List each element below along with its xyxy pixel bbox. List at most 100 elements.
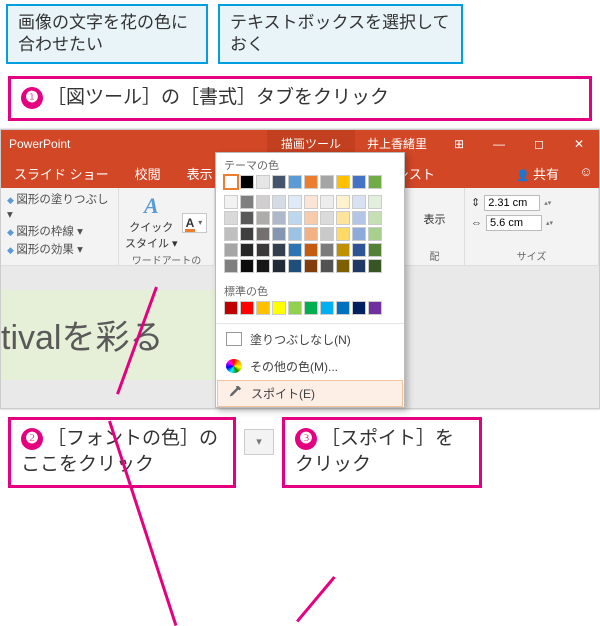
group-arrange: 配 <box>411 247 458 265</box>
color-swatch[interactable] <box>304 243 318 257</box>
callout-step-3: ❸［スポイト］をクリック <box>282 417 482 488</box>
color-swatch[interactable] <box>336 195 350 209</box>
shape-height-field[interactable]: ⇕ ▴▾ <box>471 195 553 211</box>
color-swatch[interactable] <box>352 301 366 315</box>
color-swatch[interactable] <box>256 227 270 241</box>
theme-color-swatches <box>216 175 404 279</box>
color-swatch[interactable] <box>256 211 270 225</box>
color-swatch[interactable] <box>336 259 350 273</box>
minimize-button[interactable]: — <box>479 137 519 151</box>
color-swatch[interactable] <box>368 243 382 257</box>
color-swatch[interactable] <box>288 175 302 189</box>
quick-styles-button[interactable]: A クイック スタイル ▾ <box>125 191 178 251</box>
close-button[interactable]: ✕ <box>559 137 599 151</box>
color-swatch[interactable] <box>304 175 318 189</box>
color-swatch[interactable] <box>288 227 302 241</box>
color-swatch[interactable] <box>240 211 254 225</box>
color-swatch[interactable] <box>272 227 286 241</box>
color-swatch[interactable] <box>320 175 334 189</box>
gallery-expand-button[interactable]: ▾ <box>244 429 274 455</box>
color-swatch[interactable] <box>272 301 286 315</box>
selection-pane-button[interactable]: 表示 <box>424 211 446 227</box>
color-swatch[interactable] <box>240 227 254 241</box>
color-swatch[interactable] <box>336 175 350 189</box>
shape-width-field[interactable]: ⇔ ▴▾ <box>471 215 553 231</box>
color-swatch[interactable] <box>272 211 286 225</box>
font-color-menu: テーマの色 標準の色 塗りつぶしなし(N) その他の色(M)... <box>215 152 405 408</box>
color-swatch[interactable] <box>304 259 318 273</box>
color-swatch[interactable] <box>304 301 318 315</box>
color-swatch[interactable] <box>304 227 318 241</box>
no-fill-item[interactable]: 塗りつぶしなし(N) <box>216 326 404 353</box>
color-swatch[interactable] <box>336 227 350 241</box>
color-swatch[interactable] <box>368 175 382 189</box>
note-precondition: テキストボックスを選択しておく <box>218 4 463 64</box>
color-swatch[interactable] <box>256 301 270 315</box>
color-swatch[interactable] <box>368 259 382 273</box>
shape-fill-button[interactable]: 図形の塗りつぶし ▾ <box>7 191 112 221</box>
color-swatch[interactable] <box>240 259 254 273</box>
color-swatch[interactable] <box>224 301 238 315</box>
color-swatch[interactable] <box>336 211 350 225</box>
color-swatch[interactable] <box>288 211 302 225</box>
color-swatch[interactable] <box>352 227 366 241</box>
more-colors-item[interactable]: その他の色(M)... <box>216 353 404 380</box>
color-swatch[interactable] <box>224 259 238 273</box>
color-swatch[interactable] <box>272 175 286 189</box>
color-swatch[interactable] <box>272 195 286 209</box>
user-name: 井上香緒里 <box>367 135 427 152</box>
color-swatch[interactable] <box>240 243 254 257</box>
color-swatch[interactable] <box>272 243 286 257</box>
color-swatch[interactable] <box>304 211 318 225</box>
color-swatch[interactable] <box>224 211 238 225</box>
color-swatch[interactable] <box>352 243 366 257</box>
color-swatch[interactable] <box>352 195 366 209</box>
color-swatch[interactable] <box>224 227 238 241</box>
color-swatch[interactable] <box>288 243 302 257</box>
color-swatch[interactable] <box>352 211 366 225</box>
color-swatch[interactable] <box>256 259 270 273</box>
color-swatch[interactable] <box>320 243 334 257</box>
width-icon: ⇔ <box>471 217 482 229</box>
font-color-split-button[interactable]: A ▾ <box>182 213 208 233</box>
color-swatch[interactable] <box>288 259 302 273</box>
color-swatch[interactable] <box>320 259 334 273</box>
color-swatch[interactable] <box>224 195 238 209</box>
color-swatch[interactable] <box>352 175 366 189</box>
color-swatch[interactable] <box>240 195 254 209</box>
color-swatch[interactable] <box>352 259 366 273</box>
color-swatch[interactable] <box>224 175 238 189</box>
tab-review[interactable]: 校閲 <box>122 158 174 188</box>
color-swatch[interactable] <box>272 259 286 273</box>
share-button[interactable]: 👤 共有 <box>502 158 573 188</box>
note-goal: 画像の文字を花の色に合わせたい <box>6 4 208 64</box>
color-swatch[interactable] <box>240 175 254 189</box>
color-swatch[interactable] <box>320 227 334 241</box>
account-icon[interactable]: ☺ <box>573 158 599 188</box>
color-swatch[interactable] <box>368 227 382 241</box>
color-swatch[interactable] <box>224 243 238 257</box>
color-swatch[interactable] <box>368 301 382 315</box>
shape-effects-button[interactable]: 図形の効果 ▾ <box>7 241 112 257</box>
color-swatch[interactable] <box>336 243 350 257</box>
color-swatch[interactable] <box>256 175 270 189</box>
color-swatch[interactable] <box>368 211 382 225</box>
restore-button[interactable]: ◻ <box>519 137 559 151</box>
eyedropper-icon <box>227 386 243 400</box>
color-swatch[interactable] <box>256 195 270 209</box>
tab-slideshow[interactable]: スライド ショー <box>1 158 122 188</box>
shape-outline-button[interactable]: 図形の枠線 ▾ <box>7 223 112 239</box>
font-color-dropdown[interactable]: ▾ <box>196 218 204 227</box>
color-swatch[interactable] <box>304 195 318 209</box>
color-swatch[interactable] <box>320 195 334 209</box>
color-swatch[interactable] <box>288 195 302 209</box>
color-swatch[interactable] <box>320 301 334 315</box>
color-swatch[interactable] <box>320 211 334 225</box>
color-swatch[interactable] <box>336 301 350 315</box>
color-swatch[interactable] <box>240 301 254 315</box>
color-swatch[interactable] <box>256 243 270 257</box>
ribbon-options-button[interactable]: ⊞ <box>439 137 479 151</box>
eyedropper-item[interactable]: スポイト(E) <box>217 380 403 407</box>
color-swatch[interactable] <box>368 195 382 209</box>
color-swatch[interactable] <box>288 301 302 315</box>
